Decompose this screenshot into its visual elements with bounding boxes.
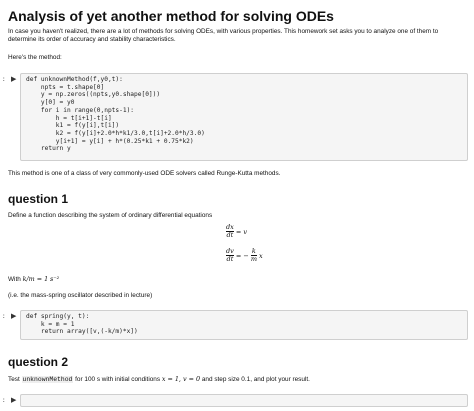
code-block-1[interactable]: def unknownMethod(f,y0,t): npts = t.shap… [26,76,462,153]
q2-math: x = 1, v = 0 [161,375,201,383]
mass-spring-text: (i.e. the mass-spring oscillator describ… [8,292,153,299]
eq1-rhs: = v [235,227,248,236]
code-line[interactable]: h = t[i+1]-t[i] [26,115,112,122]
eq2-equals: = − [235,251,249,260]
code-line[interactable]: for i in range(0,npts-1): [26,107,134,114]
q1-text-cell: Define a function describing the system … [8,212,468,220]
eq1-fraction: dx dt [226,224,234,239]
rk-note: This method is one of a class of very co… [8,170,281,177]
eq2-numerator: dv [226,247,234,255]
eq1-numerator: dx [226,223,234,231]
code-line[interactable]: y[0] = y0 [26,99,75,106]
equation-1: dx dt = v [226,224,247,239]
notebook-title: Analysis of yet another method for solvi… [8,8,334,24]
eq2-denominator: dt [226,255,234,263]
code-line[interactable]: def spring(y, t): [26,313,89,320]
q2-text-b: for 100 s with initial conditions [75,376,161,383]
code-line[interactable]: return array([v,(-k/m)*x]) [26,328,138,335]
code-line[interactable]: k = m = 1 [26,321,75,328]
q1-heading-cell: question 1 [8,192,468,206]
intro-text: In case you haven't realized, there are … [8,28,439,43]
code-line[interactable]: k2 = f(y[i]+2.0*h*k1/3.0,t[i]+2.0*h/3.0) [26,130,205,137]
q1-text: Define a function describing the system … [8,212,213,219]
mass-spring-cell: (i.e. the mass-spring oscillator describ… [8,292,468,300]
code-line[interactable]: y[i+1] = y[i] + h*(0.25*k1 + 0.75*k2) [26,138,194,145]
code-block-2[interactable]: def spring(y, t): k = m = 1 return array… [26,313,462,336]
code-cell-3[interactable]: : ▶​ [0,394,474,408]
title-cell: Analysis of yet another method for solvi… [8,8,468,24]
code-line[interactable]: def unknownMethod(f,y0,t): [26,76,123,83]
cell-prompt: : [2,313,6,320]
q2-text-cell: Test unknownMethod for 100 s with initia… [8,375,468,384]
q2-code-span: unknownMethod [21,376,74,383]
code-cell-2[interactable]: : ▶​ def spring(y, t): k = m = 1 return … [0,310,474,342]
code-line[interactable]: k1 = f(y[i],t[i]) [26,122,119,129]
eq1-denominator: dt [226,231,234,239]
equation-2: dv dt = − k m x [226,248,263,263]
code-editor-3[interactable] [20,394,468,407]
eq2-x: x [258,251,263,260]
with-unit: s⁻² [49,275,60,283]
q2-text-c: and step size 0.1, and plot your result. [201,376,310,383]
code-line[interactable]: y = np.zeros((npts,y0.shape[0])) [26,91,160,98]
code-line[interactable]: return y [26,145,71,152]
q2-text: Test unknownMethod for 100 s with initia… [8,375,468,384]
method-label-cell: Here's the method: [8,54,468,62]
code-cell-1[interactable]: : ▶​ def unknownMethod(f,y0,t): npts = t… [0,73,474,163]
eq2-k: k [251,247,256,255]
eq2-m: m [250,255,257,263]
code-editor-1[interactable]: def unknownMethod(f,y0,t): npts = t.shap… [20,73,468,161]
intro-cell: In case you haven't realized, there are … [8,28,468,44]
cell-prompt: : [2,397,6,404]
run-cell-icon[interactable]: ▶​ [11,75,16,83]
code-editor-2[interactable]: def spring(y, t): k = m = 1 return array… [20,310,468,340]
method-label: Here's the method: [8,54,62,61]
run-cell-icon[interactable]: ▶​ [11,312,16,320]
with-prefix: With [8,276,21,283]
with-text: With k/m = 1 s⁻² [8,275,468,284]
code-line[interactable]: npts = t.shape[0] [26,84,104,91]
with-cell: With k/m = 1 s⁻² [8,275,468,284]
q1-heading: question 1 [8,192,69,206]
q2-text-a: Test [8,376,20,383]
cell-prompt: : [2,76,6,83]
eq2-k-fraction: k m [250,247,257,263]
run-cell-icon[interactable]: ▶​ [11,396,16,404]
eq2-fraction: dv dt [226,248,234,263]
rk-note-cell: This method is one of a class of very co… [8,170,468,178]
q2-heading: question 2 [8,355,69,369]
q2-heading-cell: question 2 [8,355,468,369]
with-math: k/m = 1 [22,275,49,283]
